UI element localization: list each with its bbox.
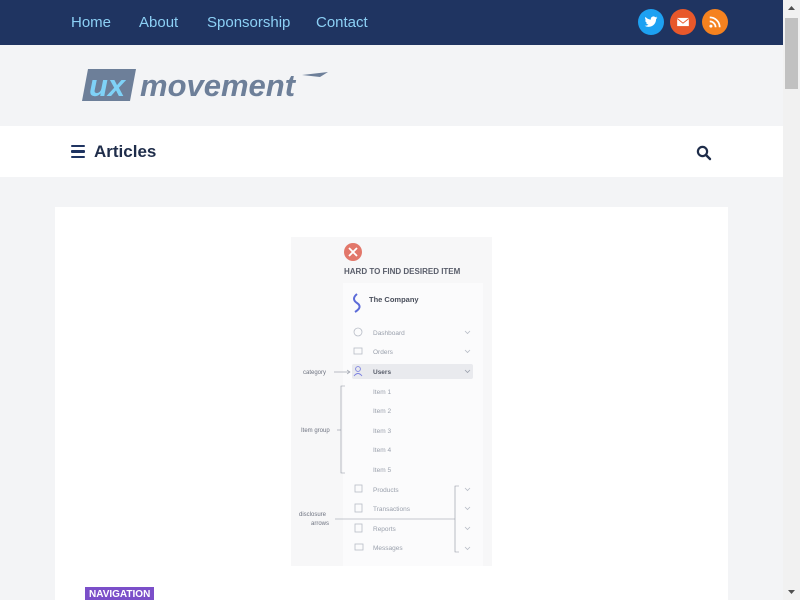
company-name: The Company — [369, 295, 419, 304]
menu-item-dashboard: Dashboard — [373, 330, 405, 337]
site-logo[interactable]: ux movement — [80, 66, 330, 106]
twitter-button[interactable] — [638, 9, 664, 35]
twitter-icon — [644, 16, 658, 27]
annotation-disclosure: disclosure — [299, 512, 327, 518]
annotation-category: category — [303, 370, 326, 376]
search-icon — [696, 145, 712, 161]
scroll-down-button[interactable] — [783, 583, 800, 600]
arrow-down-icon — [788, 590, 795, 594]
logo-image: ux movement — [82, 68, 328, 103]
figure-heading: HARD TO FIND DESIRED ITEM — [344, 267, 461, 276]
page-scrollbar[interactable] — [783, 0, 800, 600]
rss-icon — [709, 16, 721, 28]
article-figure[interactable]: HARD TO FIND DESIRED ITEM The Company Da… — [291, 237, 492, 566]
scroll-up-button[interactable] — [783, 0, 800, 17]
nav-contact-link[interactable]: Contact — [316, 14, 368, 31]
menu-item-3: Item 3 — [373, 428, 391, 435]
menu-item-transactions: Transactions — [373, 506, 411, 513]
arrow-up-icon — [788, 6, 795, 10]
menu-item-4: Item 4 — [373, 447, 391, 454]
menu-item-1: Item 1 — [373, 389, 391, 396]
hamburger-icon[interactable] — [71, 145, 85, 158]
navigation-diagram: HARD TO FIND DESIRED ITEM The Company Da… — [299, 243, 483, 566]
logo-movement-text: movement — [140, 68, 297, 103]
section-title[interactable]: Articles — [94, 142, 156, 162]
menu-item-users: Users — [373, 369, 391, 376]
search-button[interactable] — [696, 145, 712, 161]
menu-item-2: Item 2 — [373, 408, 391, 415]
menu-item-messages: Messages — [373, 545, 403, 552]
email-button[interactable] — [670, 9, 696, 35]
menu-item-orders: Orders — [373, 349, 394, 356]
envelope-icon — [677, 17, 689, 27]
rss-button[interactable] — [702, 9, 728, 35]
annotation-arrows: arrows — [311, 521, 329, 527]
logo-ux-text: ux — [89, 68, 127, 103]
menu-item-reports: Reports — [373, 526, 397, 533]
category-tag[interactable]: NAVIGATION — [85, 587, 155, 600]
nav-about-link[interactable]: About — [139, 14, 178, 31]
nav-home-link[interactable]: Home — [71, 14, 111, 31]
annotation-item-group: Item group — [301, 428, 330, 434]
nav-sponsorship-link[interactable]: Sponsorship — [207, 14, 290, 31]
top-nav-bar: Home About Sponsorship Contact — [0, 0, 783, 45]
scroll-thumb[interactable] — [785, 18, 798, 89]
menu-item-5: Item 5 — [373, 467, 391, 474]
menu-item-products: Products — [373, 487, 399, 494]
